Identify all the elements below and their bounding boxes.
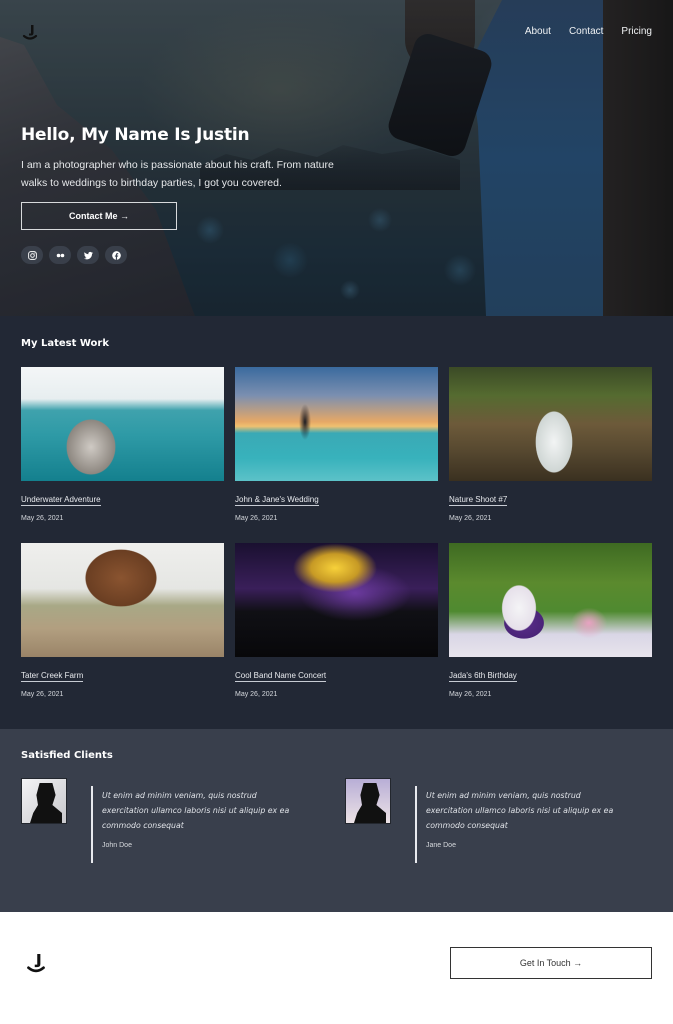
testimonial: Ut enim ad minim veniam, quis nostrud ex… — [345, 778, 615, 863]
work-card-date: May 26, 2021 — [21, 691, 64, 698]
work-thumbnail-concert[interactable] — [235, 543, 438, 657]
instagram-link[interactable] — [21, 246, 43, 264]
work-card-title[interactable]: Underwater Adventure — [21, 495, 101, 506]
facebook-icon — [111, 250, 121, 260]
work-card-title[interactable]: John & Jane's Wedding — [235, 495, 319, 506]
work-card-title[interactable]: Tater Creek Farm — [21, 671, 84, 682]
footer: Get In Touch → — [0, 912, 673, 1024]
twitter-link[interactable] — [77, 246, 99, 264]
testimonial-quote: Ut enim ad minim veniam, quis nostrud ex… — [415, 786, 615, 863]
work-grid: Underwater Adventure May 26, 2021 John &… — [21, 367, 652, 719]
testimonial-author: Jane Doe — [426, 842, 456, 849]
work-thumbnail-nature[interactable] — [449, 367, 652, 481]
person-silhouette-icon — [354, 783, 386, 823]
latest-work-section: My Latest Work Underwater Adventure May … — [0, 316, 673, 729]
testimonial: Ut enim ad minim veniam, quis nostrud ex… — [21, 778, 291, 863]
twitter-icon — [83, 251, 93, 259]
work-card-date: May 26, 2021 — [235, 691, 278, 698]
work-card-date: May 26, 2021 — [21, 515, 64, 522]
nav-pricing[interactable]: Pricing — [621, 26, 652, 37]
person-silhouette-icon — [30, 783, 62, 823]
testimonial-text: Ut enim ad minim veniam, quis nostrud ex… — [426, 791, 614, 830]
hero-section: About Contact Pricing Hello, My Name Is … — [0, 0, 673, 316]
hero-description: I am a photographer who is passionate ab… — [21, 159, 334, 189]
testimonial-quote: Ut enim ad minim veniam, quis nostrud ex… — [91, 786, 291, 863]
avatar — [21, 778, 67, 824]
logo-link[interactable] — [22, 24, 38, 42]
contact-me-button[interactable]: Contact Me → — [21, 202, 177, 230]
work-thumbnail-farm[interactable] — [21, 543, 224, 657]
footer-logo-link[interactable] — [26, 952, 46, 976]
instagram-icon — [27, 250, 37, 260]
work-card-date: May 26, 2021 — [235, 515, 278, 522]
hero-title: Hello, My Name Is Justin — [21, 125, 250, 145]
j-logo-icon — [22, 25, 38, 40]
j-logo-icon — [27, 954, 45, 973]
avatar — [345, 778, 391, 824]
nav-contact[interactable]: Contact — [569, 26, 603, 37]
work-thumbnail-underwater[interactable] — [21, 367, 224, 481]
hero-content: Hello, My Name Is Justin I am a photogra… — [21, 125, 351, 264]
work-card-date: May 26, 2021 — [449, 515, 492, 522]
work-card-title[interactable]: Nature Shoot #7 — [449, 495, 508, 506]
work-card-title[interactable]: Jada's 6th Birthday — [449, 671, 517, 682]
work-card: John & Jane's Wedding May 26, 2021 — [235, 367, 438, 543]
work-thumbnail-wedding[interactable] — [235, 367, 438, 481]
work-card: Underwater Adventure May 26, 2021 — [21, 367, 224, 543]
work-card: Cool Band Name Concert May 26, 2021 — [235, 543, 438, 719]
nav-about[interactable]: About — [525, 26, 551, 37]
flickr-icon — [56, 253, 64, 257]
testimonial-author: John Doe — [102, 842, 132, 849]
work-card: Jada's 6th Birthday May 26, 2021 — [449, 543, 652, 719]
flickr-link[interactable] — [49, 246, 71, 264]
work-card: Nature Shoot #7 May 26, 2021 — [449, 367, 652, 543]
work-card: Tater Creek Farm May 26, 2021 — [21, 543, 224, 719]
social-links — [21, 246, 351, 264]
latest-work-title: My Latest Work — [21, 338, 109, 349]
facebook-link[interactable] — [105, 246, 127, 264]
work-thumbnail-birthday[interactable] — [449, 543, 652, 657]
get-in-touch-button[interactable]: Get In Touch → — [450, 947, 652, 979]
clients-title: Satisfied Clients — [21, 750, 113, 761]
work-card-title[interactable]: Cool Band Name Concert — [235, 671, 327, 682]
work-card-date: May 26, 2021 — [449, 691, 492, 698]
main-nav: About Contact Pricing — [525, 26, 652, 37]
satisfied-clients-section: Satisfied Clients Ut enim ad minim venia… — [0, 729, 673, 912]
testimonial-text: Ut enim ad minim veniam, quis nostrud ex… — [102, 791, 290, 830]
